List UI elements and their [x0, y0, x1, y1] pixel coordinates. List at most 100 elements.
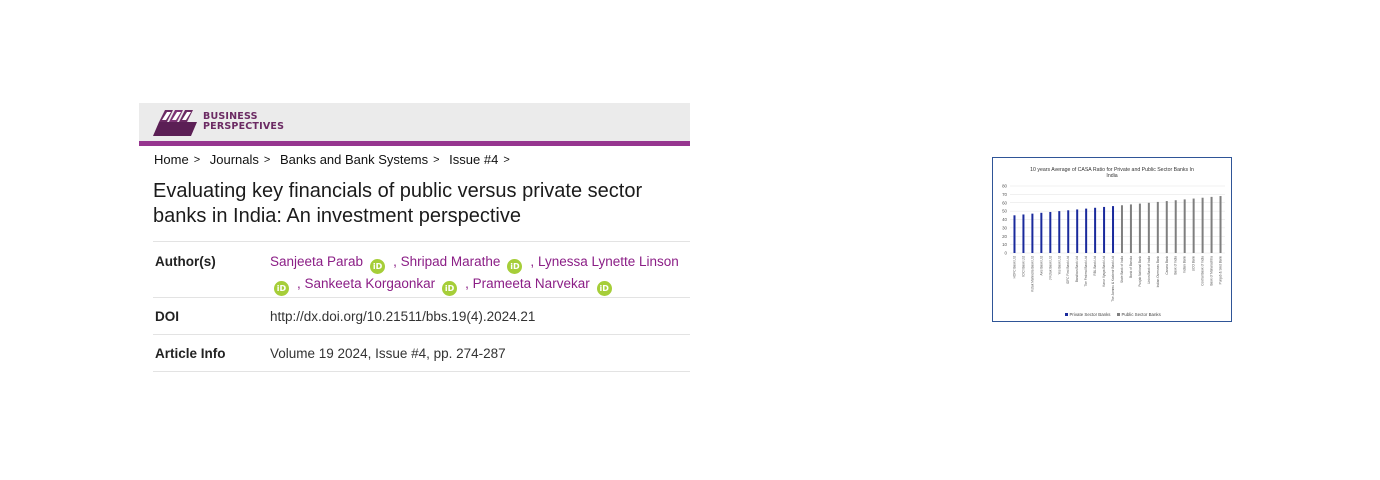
x-tick-label: IDFC First Bank Ltd	[1066, 256, 1070, 284]
chart-figure[interactable]: 10 years Average of CASA Ratio for Priva…	[992, 157, 1232, 322]
x-tick-label: J Kotak Bank Ltd	[1048, 256, 1052, 280]
x-tick-label: Bank of Baroda	[1129, 256, 1133, 278]
authors-label: Author(s)	[155, 254, 216, 269]
breadcrumb-separator: >	[503, 154, 510, 166]
x-tick-label: Axis Bank Ltd	[1039, 256, 1043, 276]
orcid-icon[interactable]: iD	[596, 281, 612, 296]
bar	[1120, 205, 1123, 253]
legend-swatch	[1065, 313, 1068, 316]
article-title: Evaluating key financials of public vers…	[153, 180, 643, 227]
y-tick-label: 10	[1002, 242, 1007, 247]
breadcrumb-home[interactable]: Home	[154, 152, 189, 167]
bar	[1147, 202, 1150, 253]
breadcrumb-separator: >	[433, 154, 440, 166]
bar	[1022, 214, 1025, 253]
orcid-icon[interactable]: iD	[370, 259, 386, 274]
site-header: BUSINESS PERSPECTIVES	[139, 103, 690, 141]
bar	[1031, 213, 1034, 253]
author-link[interactable]: Prameeta Narvekar	[473, 276, 590, 291]
chart-title: India	[1106, 173, 1117, 179]
authors-list: Sanjeeta Parab iD, Shripad Marathe iD, Lyn…	[270, 252, 680, 296]
x-tick-label: Punjab National Bank	[1138, 256, 1142, 287]
bar	[1103, 206, 1106, 253]
legend-label: Private Sector Banks	[1070, 312, 1112, 317]
y-tick-label: 0	[1005, 251, 1008, 256]
header-accent-bar	[139, 141, 690, 146]
article-panel: BUSINESS PERSPECTIVES Home > Journals > Ba…	[139, 103, 690, 373]
breadcrumb-journal[interactable]: Banks and Bank Systems	[280, 152, 428, 167]
bar	[1013, 215, 1016, 253]
bar	[1112, 206, 1115, 253]
y-tick-label: 60	[1002, 200, 1007, 205]
bar	[1049, 211, 1052, 253]
bar	[1192, 198, 1195, 253]
orcid-icon[interactable]: iD	[442, 281, 458, 296]
article-info-label: Article Info	[155, 346, 226, 361]
bar	[1174, 200, 1177, 253]
x-tick-label: Union Bank of India	[1147, 256, 1151, 284]
breadcrumb-issue[interactable]: Issue #4	[449, 152, 498, 167]
x-tick-label: Kotak Mahindra Bank Ltd	[1030, 256, 1034, 292]
author-link[interactable]: Shripad Marathe	[401, 254, 501, 269]
bar	[1201, 197, 1204, 253]
x-tick-label: Punjab & Sind Bank	[1219, 256, 1223, 285]
bar	[1067, 210, 1070, 253]
brand-name: BUSINESS PERSPECTIVES	[203, 112, 284, 132]
x-tick-label: Canara Bank	[1165, 256, 1169, 275]
author-link[interactable]: Lynessa Lynette Linson	[538, 254, 679, 269]
y-tick-label: 40	[1002, 217, 1007, 222]
bar	[1058, 211, 1061, 253]
bar	[1138, 203, 1141, 253]
y-tick-label: 80	[1002, 184, 1007, 189]
x-tick-label: ICICI Bank Ltd	[1021, 256, 1025, 277]
breadcrumb-separator: >	[263, 154, 271, 166]
casa-ratio-chart: 10 years Average of CASA Ratio for Priva…	[1002, 167, 1225, 317]
breadcrumb: Home > Journals > Banks and Bank Systems > …	[154, 152, 516, 167]
y-tick-label: 20	[1002, 234, 1007, 239]
orcid-icon[interactable]: iD	[274, 281, 289, 296]
bar	[1210, 196, 1213, 253]
divider	[153, 297, 690, 298]
x-tick-label: Bank of India	[1174, 256, 1178, 275]
y-tick-label: 30	[1002, 225, 1007, 230]
legend-swatch	[1117, 313, 1120, 316]
bar	[1040, 212, 1043, 253]
bar	[1129, 204, 1132, 253]
brand-line-2: PERSPECTIVES	[203, 121, 285, 132]
orcid-icon[interactable]: iD	[507, 259, 523, 274]
x-tick-label: Karur Vysya Bank Ltd	[1102, 256, 1106, 287]
bar	[1094, 207, 1097, 253]
x-tick-label: RBL Bank Ltd	[1093, 256, 1097, 276]
divider	[153, 334, 690, 335]
legend-label: Public Sector Banks	[1122, 312, 1162, 317]
x-tick-label: UCO Bank	[1192, 256, 1196, 272]
article-info-value: Volume 19 2024, Issue #4, pp. 274-287	[270, 346, 506, 361]
y-tick-label: 70	[1002, 192, 1007, 197]
x-tick-label: HDFC Bank Ltd	[1012, 256, 1016, 279]
breadcrumb-separator: >	[193, 154, 201, 166]
x-tick-label: The Jammu & Kashmir Bank Ltd	[1111, 256, 1115, 302]
divider	[153, 371, 690, 372]
y-tick-label: 50	[1002, 209, 1007, 214]
breadcrumb-journals[interactable]: Journals	[210, 152, 259, 167]
x-tick-label: Bandhan Bank Ltd	[1075, 256, 1079, 282]
x-tick-label: State Bank of India	[1120, 256, 1124, 283]
x-tick-label: Yes Bank Ltd	[1057, 256, 1061, 275]
bar	[1219, 196, 1222, 253]
business-perspectives-logo[interactable]	[153, 108, 197, 136]
x-tick-label: Indian Overseas Bank	[1156, 256, 1160, 288]
bar	[1165, 201, 1168, 253]
bar	[1183, 199, 1186, 253]
x-tick-label: Central Bank of India	[1201, 256, 1205, 286]
bar	[1156, 201, 1159, 253]
x-tick-label: Indian Bank	[1183, 256, 1187, 273]
author-link[interactable]: Sanjeeta Parab	[270, 254, 363, 269]
x-tick-label: The Federal Bank Ltd	[1084, 256, 1088, 287]
author-link[interactable]: Sankeeta Korgaonkar	[305, 276, 436, 291]
x-tick-label: Bank of Maharashtra	[1210, 256, 1214, 286]
divider	[153, 241, 690, 242]
doi-label: DOI	[155, 309, 180, 324]
bar	[1085, 208, 1088, 253]
bar	[1076, 209, 1079, 253]
doi-link[interactable]: http://dx.doi.org/10.21511/bbs.19(4).202…	[270, 309, 535, 324]
